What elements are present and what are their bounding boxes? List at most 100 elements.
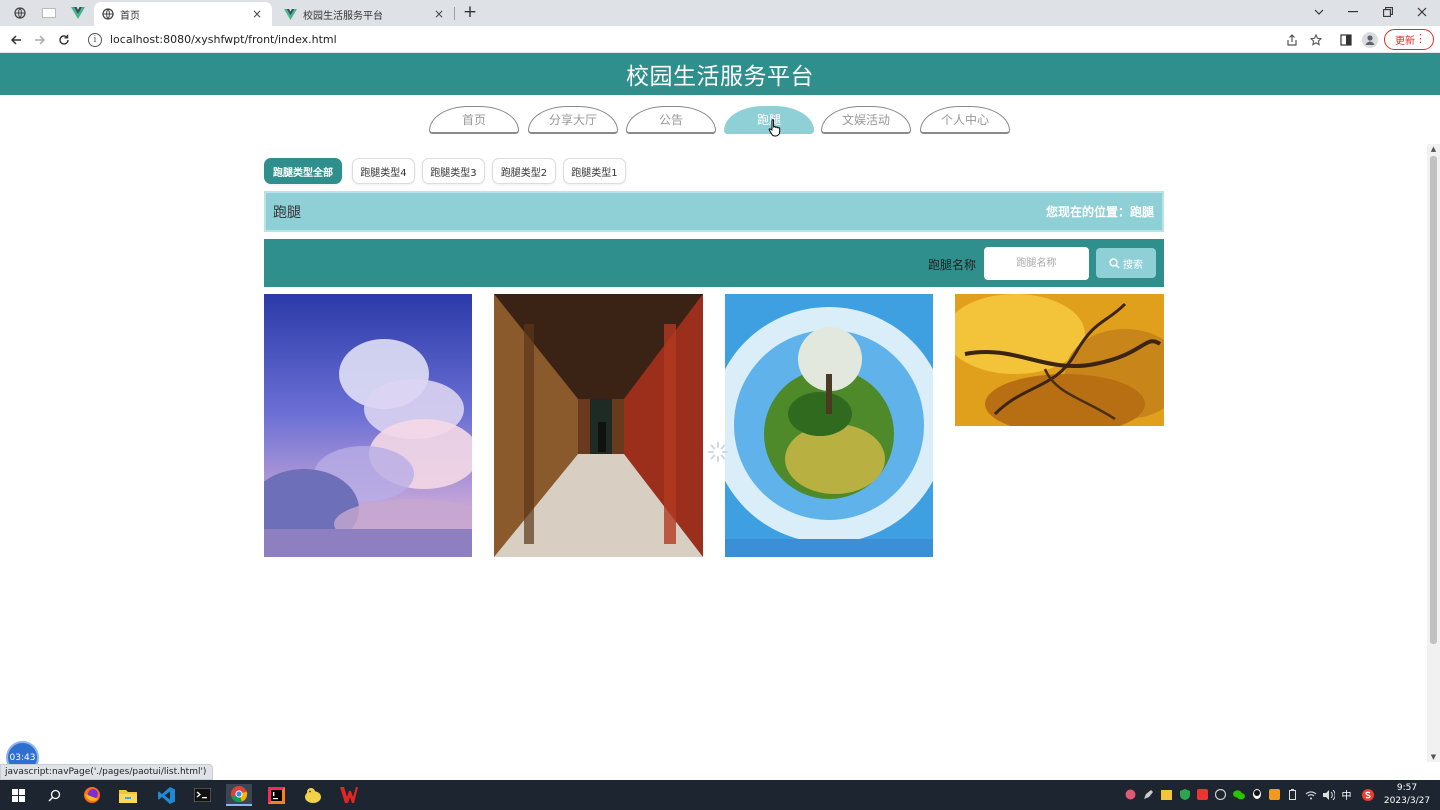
- nav-item-label: 公告: [658, 113, 683, 127]
- globe-icon: [14, 7, 26, 19]
- reload-icon[interactable]: [54, 30, 74, 50]
- pinned-tab-vue[interactable]: [64, 3, 92, 23]
- category-label: 跑腿类型3: [430, 167, 477, 179]
- wifi-icon[interactable]: [1304, 788, 1317, 801]
- nav-item-entertainment[interactable]: 文娱活动: [821, 106, 911, 134]
- tray-store-icon[interactable]: [1268, 788, 1281, 801]
- errand-card[interactable]: [955, 294, 1164, 426]
- tab-search-icon[interactable]: [1304, 2, 1334, 22]
- category-1-button[interactable]: 跑腿类型1: [563, 158, 626, 184]
- scroll-down-icon[interactable]: ▼: [1429, 753, 1438, 761]
- blank-page-icon: [42, 8, 56, 18]
- profile-icon[interactable]: [1361, 31, 1379, 49]
- app-icon[interactable]: [300, 784, 326, 806]
- scrollbar-thumb[interactable]: [1430, 156, 1437, 644]
- hand-cursor-icon: [768, 119, 782, 141]
- search-bar: 跑腿名称 搜索: [264, 239, 1164, 287]
- errand-card[interactable]: [264, 294, 472, 557]
- tray-folder-icon[interactable]: [1160, 788, 1173, 801]
- wps-icon[interactable]: [336, 784, 362, 806]
- forward-icon[interactable]: [30, 30, 50, 50]
- nav-item-share-hall[interactable]: 分享大厅: [528, 106, 618, 134]
- close-window-icon[interactable]: [1407, 2, 1437, 22]
- tray-network-app-icon[interactable]: [1214, 788, 1227, 801]
- windows-start-icon[interactable]: [5, 784, 31, 806]
- nav-item-personal-center[interactable]: 个人中心: [920, 106, 1010, 134]
- category-2-button[interactable]: 跑腿类型2: [492, 158, 556, 184]
- close-tab-icon[interactable]: ×: [432, 7, 446, 21]
- search-icon[interactable]: [41, 784, 67, 806]
- vue-logo-icon: [284, 8, 297, 20]
- page-scrollbar[interactable]: ▲ ▼: [1427, 144, 1440, 762]
- back-icon[interactable]: [6, 30, 26, 50]
- restore-icon[interactable]: [1373, 2, 1403, 22]
- tab-platform[interactable]: 校园生活服务平台 ×: [276, 2, 454, 26]
- chrome-icon[interactable]: [226, 784, 252, 806]
- nav-item-label: 文娱活动: [841, 113, 890, 127]
- nav-item-label: 个人中心: [940, 113, 989, 127]
- terminal-icon[interactable]: [189, 784, 215, 806]
- nav-item-label: 首页: [461, 113, 486, 127]
- new-tab-button[interactable]: +: [460, 3, 480, 21]
- status-url-text: javascript:navPage('./pages/paotui/list.…: [5, 767, 207, 777]
- clock-time: 9:57: [1396, 783, 1418, 793]
- tray-app-icon[interactable]: [1124, 788, 1137, 801]
- timer-text: 03:43: [9, 752, 36, 763]
- search-button[interactable]: 搜索: [1096, 248, 1156, 278]
- search-button-label: 搜索: [1123, 259, 1143, 271]
- category-label: 跑腿类型4: [360, 167, 407, 179]
- file-explorer-icon[interactable]: [115, 784, 141, 806]
- category-4-button[interactable]: 跑腿类型4: [352, 158, 415, 184]
- pinned-tab-globe[interactable]: [6, 3, 34, 23]
- status-bar-link: javascript:navPage('./pages/paotui/list.…: [0, 764, 214, 780]
- intellij-icon[interactable]: [263, 784, 289, 806]
- scroll-up-icon[interactable]: ▲: [1429, 145, 1438, 153]
- category-3-button[interactable]: 跑腿类型3: [422, 158, 485, 184]
- url-bar[interactable]: i localhost:8080/xyshfwpt/front/index.ht…: [82, 28, 1312, 51]
- tray-game-icon[interactable]: [1196, 788, 1209, 801]
- card-image-corridor: [494, 294, 703, 557]
- clock-date: 2023/3/27: [1383, 796, 1431, 806]
- ime-indicator[interactable]: 中: [1340, 788, 1353, 802]
- sogou-ime-icon[interactable]: [1361, 788, 1374, 801]
- tray-qq-icon[interactable]: [1250, 788, 1263, 801]
- update-label: 更新: [1395, 36, 1415, 47]
- battery-icon[interactable]: [1286, 788, 1299, 801]
- current-location: 您现在的位置：跑腿: [1045, 205, 1154, 219]
- tray-shield-icon[interactable]: [1178, 788, 1191, 801]
- windows-taskbar: 中 9:57 2023/3/27: [0, 780, 1440, 810]
- errand-card[interactable]: [494, 294, 703, 557]
- browser-tab-strip: 首页 × 校园生活服务平台 × +: [0, 0, 1440, 26]
- site-info-icon[interactable]: i: [88, 32, 102, 47]
- search-input[interactable]: [984, 247, 1089, 280]
- nav-item-announcement[interactable]: 公告: [626, 106, 716, 134]
- volume-icon[interactable]: [1322, 788, 1335, 801]
- loading-spinner-icon: [707, 441, 729, 467]
- wechat-icon[interactable]: [1232, 788, 1245, 801]
- tab-title: 首页: [120, 10, 140, 22]
- minimize-icon[interactable]: [1338, 2, 1368, 22]
- firefox-icon[interactable]: [79, 784, 105, 806]
- nav-item-home[interactable]: 首页: [429, 106, 519, 134]
- category-all-button[interactable]: 跑腿类型全部: [264, 158, 342, 184]
- vscode-icon[interactable]: [153, 784, 179, 806]
- tray-pen-icon[interactable]: [1142, 788, 1155, 801]
- category-label: 跑腿类型全部: [273, 167, 333, 179]
- card-image-autumn-tree: [955, 294, 1164, 426]
- category-label: 跑腿类型2: [500, 167, 548, 179]
- errand-card[interactable]: [725, 294, 933, 557]
- side-panel-icon[interactable]: [1337, 31, 1355, 49]
- tab-title: 校园生活服务平台: [303, 10, 383, 22]
- vue-logo-icon: [71, 7, 85, 19]
- bookmark-star-icon[interactable]: [1307, 31, 1325, 49]
- share-icon[interactable]: [1283, 31, 1301, 49]
- search-label: 跑腿名称: [928, 258, 977, 272]
- update-button[interactable]: 更新 ⋮: [1384, 29, 1434, 50]
- nav-item-label: 分享大厅: [548, 113, 597, 127]
- site-title: 校园生活服务平台: [626, 64, 814, 90]
- system-clock[interactable]: 9:57 2023/3/27: [1383, 782, 1431, 808]
- pinned-tab-blank[interactable]: [35, 3, 63, 23]
- close-tab-icon[interactable]: ×: [250, 7, 264, 21]
- tab-separator: [454, 7, 455, 20]
- tab-home[interactable]: 首页 ×: [94, 2, 272, 26]
